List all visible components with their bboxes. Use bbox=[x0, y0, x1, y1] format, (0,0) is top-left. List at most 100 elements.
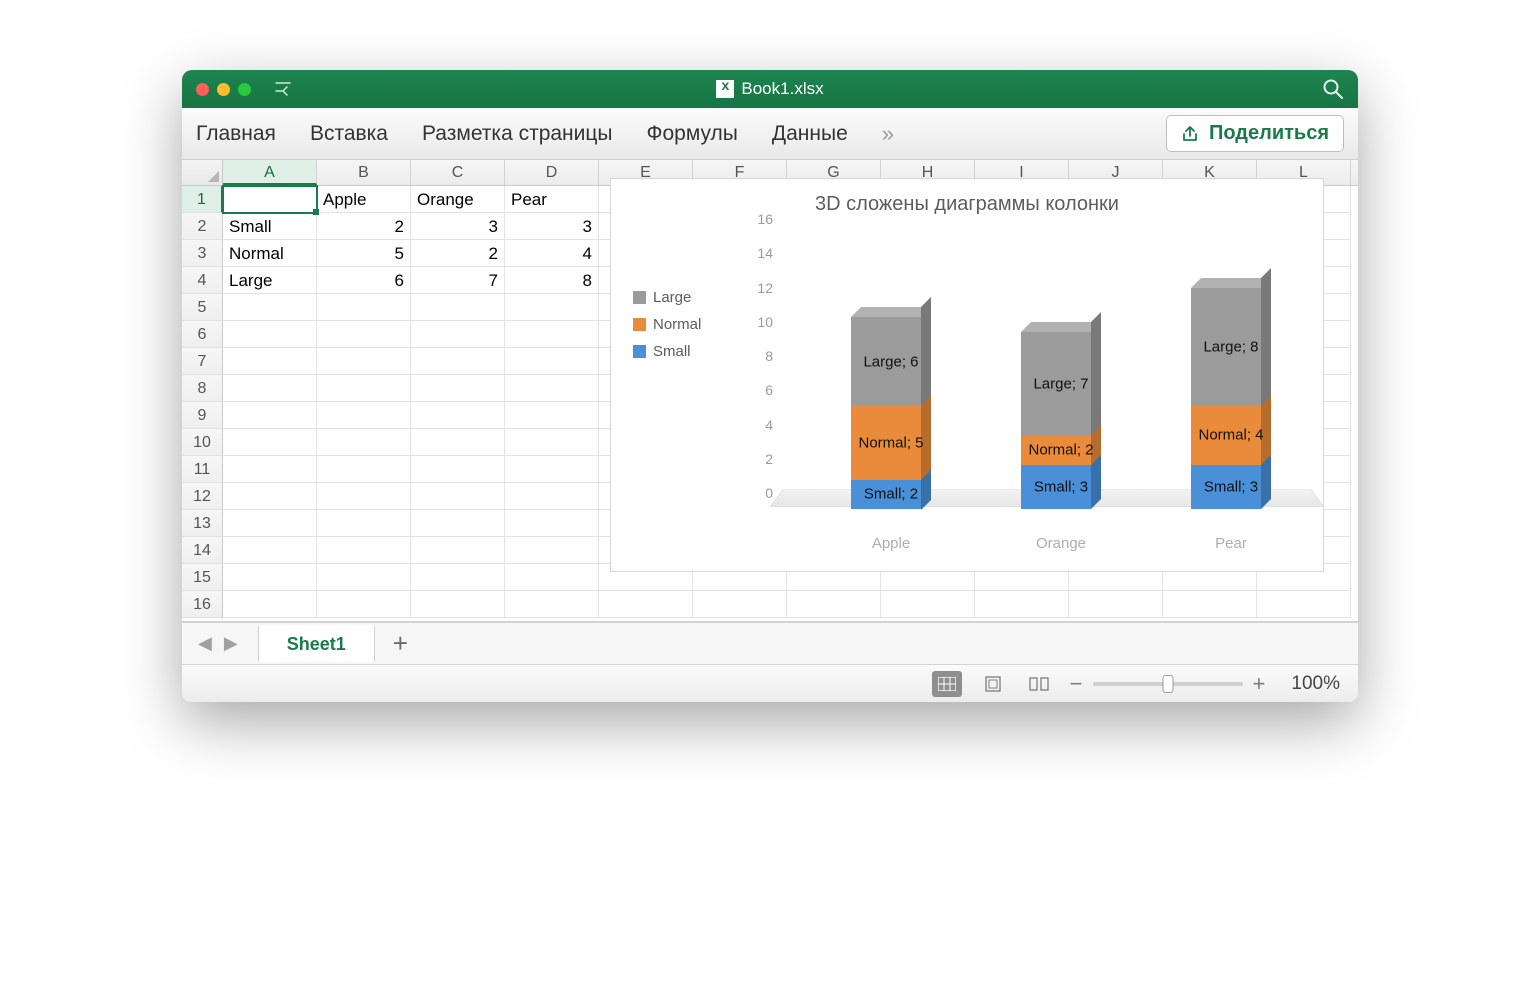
cell[interactable]: Small bbox=[223, 213, 317, 240]
cell[interactable] bbox=[223, 375, 317, 402]
view-page-break-button[interactable] bbox=[1024, 671, 1054, 697]
cell[interactable]: 2 bbox=[411, 240, 505, 267]
column-header[interactable]: A bbox=[223, 160, 317, 185]
row-header[interactable]: 16 bbox=[182, 591, 223, 618]
cell[interactable] bbox=[411, 348, 505, 375]
cell[interactable] bbox=[1163, 591, 1257, 618]
cell[interactable] bbox=[223, 456, 317, 483]
cell[interactable] bbox=[411, 483, 505, 510]
row-header[interactable]: 11 bbox=[182, 456, 223, 483]
cell[interactable]: 7 bbox=[411, 267, 505, 294]
cell[interactable] bbox=[505, 294, 599, 321]
cell[interactable] bbox=[317, 591, 411, 618]
cell[interactable] bbox=[317, 348, 411, 375]
cell[interactable] bbox=[223, 591, 317, 618]
add-sheet-button[interactable]: + bbox=[393, 628, 408, 659]
row-header[interactable]: 2 bbox=[182, 213, 223, 240]
ribbon-more-tabs[interactable]: » bbox=[882, 121, 894, 147]
sheet-tab[interactable]: Sheet1 bbox=[258, 625, 375, 662]
cell[interactable] bbox=[411, 564, 505, 591]
ribbon-tab-layout[interactable]: Разметка страницы bbox=[422, 122, 613, 146]
cell[interactable] bbox=[505, 591, 599, 618]
cell[interactable] bbox=[505, 348, 599, 375]
cell[interactable] bbox=[505, 537, 599, 564]
cell[interactable] bbox=[317, 402, 411, 429]
cell[interactable]: Normal bbox=[223, 240, 317, 267]
cell[interactable] bbox=[317, 564, 411, 591]
ribbon-tab-home[interactable]: Главная bbox=[196, 122, 276, 146]
cell[interactable] bbox=[223, 402, 317, 429]
row-header[interactable]: 1 bbox=[182, 186, 223, 213]
column-header[interactable]: B bbox=[317, 160, 411, 185]
cell[interactable]: 2 bbox=[317, 213, 411, 240]
cell[interactable]: Pear bbox=[505, 186, 599, 213]
cell[interactable] bbox=[599, 591, 693, 618]
zoom-percentage[interactable]: 100% bbox=[1291, 673, 1340, 695]
zoom-thumb[interactable] bbox=[1162, 675, 1173, 693]
cell[interactable] bbox=[1257, 591, 1351, 618]
cell[interactable] bbox=[505, 375, 599, 402]
close-window-button[interactable] bbox=[196, 83, 209, 96]
row-header[interactable]: 9 bbox=[182, 402, 223, 429]
column-header[interactable]: D bbox=[505, 160, 599, 185]
cell[interactable]: 6 bbox=[317, 267, 411, 294]
cell[interactable] bbox=[787, 591, 881, 618]
row-header[interactable]: 3 bbox=[182, 240, 223, 267]
cell[interactable] bbox=[223, 294, 317, 321]
cell[interactable]: Apple bbox=[317, 186, 411, 213]
ribbon-tab-formulas[interactable]: Формулы bbox=[647, 122, 738, 146]
quick-access-customize[interactable] bbox=[275, 82, 291, 96]
view-normal-button[interactable] bbox=[932, 671, 962, 697]
cell[interactable] bbox=[223, 537, 317, 564]
row-header[interactable]: 4 bbox=[182, 267, 223, 294]
cell[interactable] bbox=[1069, 591, 1163, 618]
cell[interactable] bbox=[223, 186, 317, 213]
cell[interactable] bbox=[881, 591, 975, 618]
ribbon-tab-insert[interactable]: Вставка bbox=[310, 122, 388, 146]
cell[interactable] bbox=[223, 483, 317, 510]
cell[interactable]: 8 bbox=[505, 267, 599, 294]
cell[interactable] bbox=[411, 294, 505, 321]
cell[interactable] bbox=[505, 483, 599, 510]
minimize-window-button[interactable] bbox=[217, 83, 230, 96]
cell[interactable]: Large bbox=[223, 267, 317, 294]
spreadsheet-grid[interactable]: ABCDEFGHIJKL 1AppleOrangePear2Small2333N… bbox=[182, 160, 1358, 622]
zoom-out-button[interactable]: − bbox=[1070, 671, 1083, 697]
cell[interactable] bbox=[975, 591, 1069, 618]
cell[interactable]: 3 bbox=[505, 213, 599, 240]
cell[interactable] bbox=[317, 294, 411, 321]
cell[interactable]: 5 bbox=[317, 240, 411, 267]
cell[interactable] bbox=[317, 321, 411, 348]
cell[interactable] bbox=[317, 375, 411, 402]
column-header[interactable]: C bbox=[411, 160, 505, 185]
cell[interactable] bbox=[411, 321, 505, 348]
row-header[interactable]: 5 bbox=[182, 294, 223, 321]
cell[interactable] bbox=[317, 510, 411, 537]
cell[interactable] bbox=[411, 402, 505, 429]
cell[interactable] bbox=[223, 321, 317, 348]
cell[interactable] bbox=[411, 429, 505, 456]
cell[interactable] bbox=[411, 537, 505, 564]
row-header[interactable]: 7 bbox=[182, 348, 223, 375]
cell[interactable] bbox=[505, 564, 599, 591]
cell[interactable] bbox=[317, 429, 411, 456]
row-header[interactable]: 8 bbox=[182, 375, 223, 402]
row-header[interactable]: 6 bbox=[182, 321, 223, 348]
cell[interactable] bbox=[223, 564, 317, 591]
zoom-window-button[interactable] bbox=[238, 83, 251, 96]
cell[interactable] bbox=[505, 402, 599, 429]
share-button[interactable]: Поделиться bbox=[1166, 115, 1344, 152]
row-header[interactable]: 12 bbox=[182, 483, 223, 510]
cell[interactable] bbox=[505, 510, 599, 537]
cell[interactable]: 4 bbox=[505, 240, 599, 267]
select-all-corner[interactable] bbox=[182, 160, 223, 185]
cell[interactable] bbox=[505, 456, 599, 483]
cell[interactable]: Orange bbox=[411, 186, 505, 213]
cell[interactable] bbox=[223, 348, 317, 375]
cell[interactable] bbox=[693, 591, 787, 618]
cell[interactable] bbox=[411, 456, 505, 483]
cell[interactable] bbox=[411, 510, 505, 537]
row-header[interactable]: 10 bbox=[182, 429, 223, 456]
cell[interactable] bbox=[223, 429, 317, 456]
sheet-nav-next[interactable]: ▶ bbox=[218, 633, 244, 654]
